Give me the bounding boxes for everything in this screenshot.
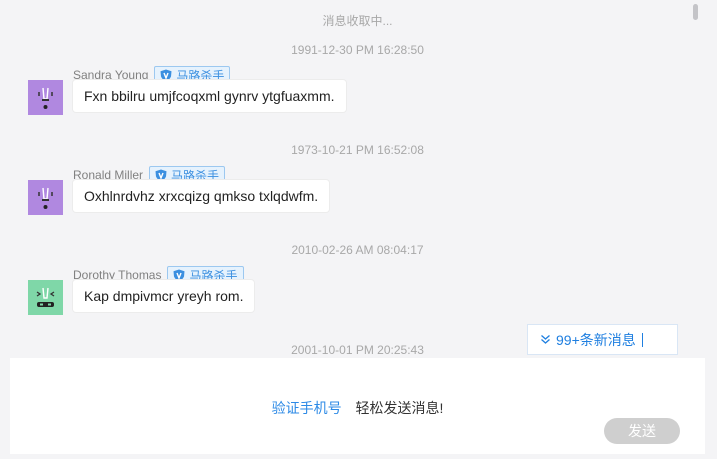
- new-messages-button[interactable]: 99+条新消息: [527, 324, 678, 355]
- message-bubble[interactable]: Kap dmpivmcr yreyh rom.: [73, 280, 255, 312]
- message-timestamp: 2010-02-26 AM 08:04:17: [291, 243, 424, 257]
- message-input-area[interactable]: 验证手机号 轻松发送消息! 发送: [10, 358, 705, 454]
- new-messages-label: 99+条新消息: [556, 331, 636, 348]
- chat-message-area[interactable]: 消息收取中... 1991-12-30 PM 16:28:50 Sandra Y…: [10, 0, 705, 358]
- loading-indicator: 消息收取中...: [322, 14, 393, 28]
- verify-prompt: 验证手机号 轻松发送消息!: [10, 398, 705, 418]
- message-bubble[interactable]: Fxn bbilru umjfcoqxml gynrv ytgfuaxmm.: [73, 80, 346, 112]
- text-cursor: [641, 332, 643, 347]
- scrollbar-thumb[interactable]: [693, 4, 698, 20]
- avatar[interactable]: [28, 80, 63, 115]
- avatar[interactable]: [28, 280, 63, 315]
- double-chevron-down-icon: [541, 335, 550, 344]
- verify-phone-link[interactable]: 验证手机号: [272, 400, 342, 416]
- send-button[interactable]: 发送: [604, 418, 680, 444]
- message-bubble[interactable]: Oxhlnrdvhz xrxcqizg qmkso txlqdwfm.: [73, 180, 330, 212]
- message-timestamp: 1973-10-21 PM 16:52:08: [291, 143, 424, 157]
- verify-prompt-text: 轻松发送消息!: [355, 400, 444, 416]
- message-timestamp: 1991-12-30 PM 16:28:50: [291, 43, 424, 57]
- avatar[interactable]: [28, 180, 63, 215]
